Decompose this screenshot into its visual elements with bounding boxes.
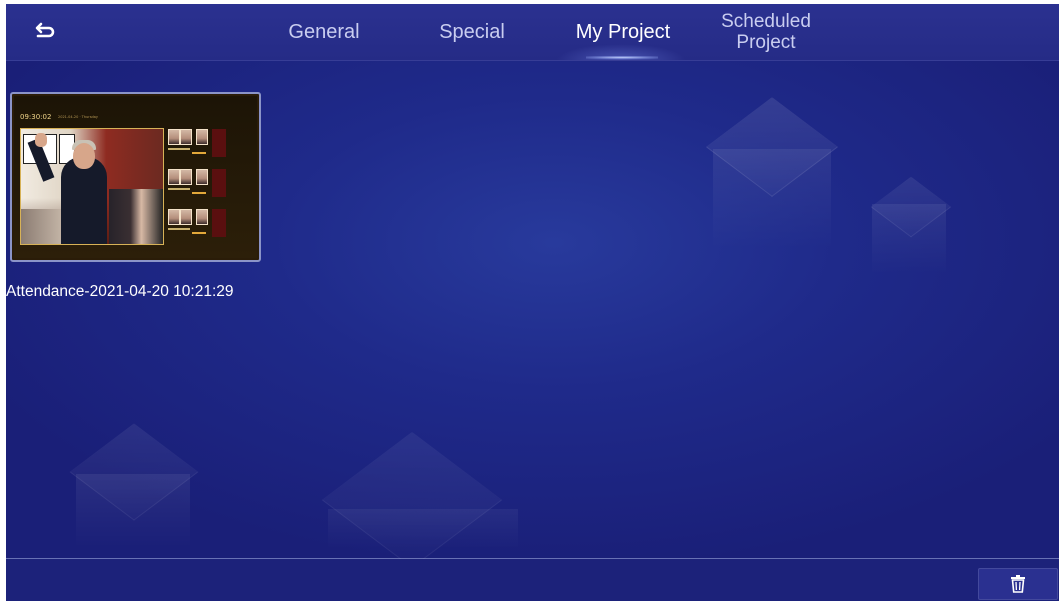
delete-button[interactable] (978, 568, 1058, 600)
thumbnail-date: 2021-04-20 · Thursday (58, 115, 98, 119)
project-card[interactable]: 09:30:02 2021-04-20 · Thursday (10, 92, 261, 262)
project-thumbnail: 09:30:02 2021-04-20 · Thursday (14, 96, 257, 258)
tab-label-line2: Project (736, 32, 796, 53)
tab-label: My Project (575, 20, 671, 43)
active-tab-indicator (586, 56, 658, 59)
tab-label: General (288, 20, 360, 43)
thumbnail-time: 09:30:02 (20, 113, 52, 121)
tab-special[interactable]: Special (424, 4, 520, 60)
thumbnail-photo (20, 128, 164, 245)
tab-general[interactable]: General (276, 4, 372, 60)
trash-icon (1011, 575, 1025, 593)
tab-scheduled-project[interactable]: Scheduled Project (706, 4, 826, 60)
app-screen: General Special My Project Scheduled Pro… (6, 4, 1059, 601)
tab-bar: General Special My Project Scheduled Pro… (6, 4, 1059, 60)
tab-label: Special (439, 20, 505, 43)
thumbnail-face-grid (168, 126, 256, 244)
top-navigation-bar: General Special My Project Scheduled Pro… (6, 4, 1059, 61)
tab-label-line1: Scheduled (721, 11, 811, 32)
bottom-toolbar (6, 559, 1059, 601)
tab-label: Scheduled Project (721, 11, 811, 53)
project-label: Attendance-2021-04-20 10:21:29 (6, 283, 234, 300)
